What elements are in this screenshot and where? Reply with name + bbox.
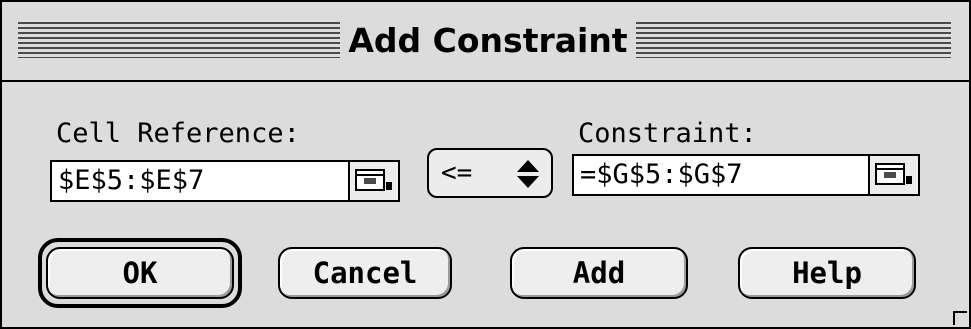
cell-reference-label: Cell Reference: (56, 118, 300, 149)
resize-corner (953, 311, 967, 325)
add-button[interactable]: Add (510, 247, 688, 299)
up-down-arrows-icon (517, 160, 539, 188)
constraint-field[interactable]: =$G$5:$G$7 (572, 154, 870, 196)
cell-reference-collapse-button[interactable] (348, 160, 400, 202)
range-collapse-icon (355, 169, 392, 191)
title-bar-stripes-left (18, 22, 340, 58)
title-bar-stripes-right (636, 22, 951, 58)
constraint-label: Constraint: (578, 118, 757, 149)
ok-button[interactable]: OK (46, 247, 234, 299)
dialog-title: Add Constraint (348, 21, 628, 60)
cell-reference-field[interactable]: $E$5:$E$7 (50, 160, 350, 202)
operator-popup[interactable]: <= (427, 148, 553, 198)
title-bar[interactable]: Add Constraint (2, 2, 969, 82)
operator-value: <= (441, 158, 473, 188)
help-button[interactable]: Help (738, 247, 916, 299)
add-constraint-dialog: Add Constraint Cell Reference: $E$5:$E$7… (0, 0, 971, 329)
cancel-button[interactable]: Cancel (278, 247, 452, 299)
range-collapse-icon (875, 163, 912, 185)
constraint-collapse-button[interactable] (868, 154, 920, 196)
